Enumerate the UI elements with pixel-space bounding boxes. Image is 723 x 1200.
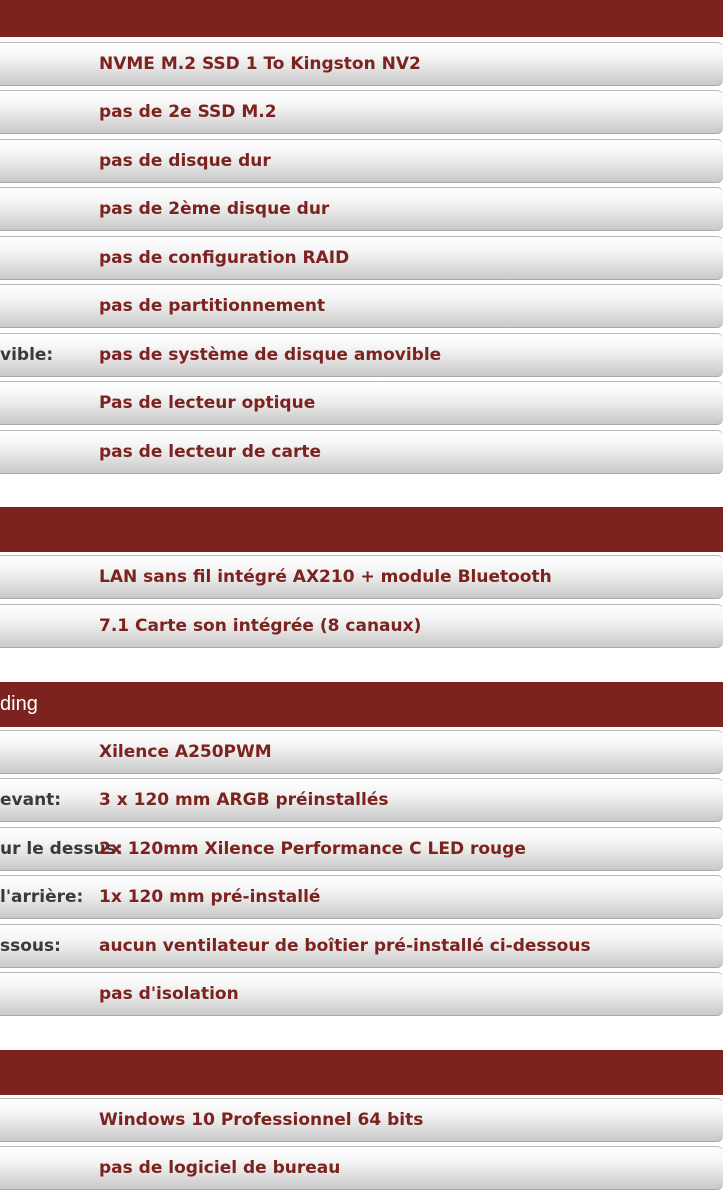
spec-row: NVME M.2 SSD 1 To Kingston NV2 xyxy=(0,42,723,86)
spec-row-value: pas d'isolation xyxy=(99,984,239,1004)
spec-row-value: NVME M.2 SSD 1 To Kingston NV2 xyxy=(99,54,421,74)
spec-row-value: Xilence A250PWM xyxy=(99,742,272,762)
spec-row: evant: 3 x 120 mm ARGB préinstallés xyxy=(0,778,723,822)
spec-row: pas d'isolation xyxy=(0,972,723,1016)
spec-row: LAN sans fil intégré AX210 + module Blue… xyxy=(0,555,723,599)
spec-row-value: LAN sans fil intégré AX210 + module Blue… xyxy=(99,567,552,587)
spec-row-label: vible: xyxy=(0,345,54,365)
spec-row-value: pas de disque dur xyxy=(99,151,271,171)
spec-row: pas de configuration RAID xyxy=(0,236,723,280)
spec-row: ssous: aucun ventilateur de boîtier pré-… xyxy=(0,924,723,968)
spec-row-value: pas de 2ème disque dur xyxy=(99,199,330,219)
spec-row-value: Pas de lecteur optique xyxy=(99,393,316,413)
spec-row-value: 7.1 Carte son intégrée (8 canaux) xyxy=(99,616,422,636)
spec-row-label: ssous: xyxy=(0,936,61,956)
section-header-software xyxy=(0,1050,723,1095)
spec-row-label: l'arrière: xyxy=(0,887,84,907)
spec-row-value: 1x 120 mm pré-installé xyxy=(99,887,321,907)
spec-row-value: pas de système de disque amovible xyxy=(99,345,442,365)
spec-row: vible: pas de système de disque amovible xyxy=(0,333,723,377)
spec-row: Windows 10 Professionnel 64 bits xyxy=(0,1098,723,1142)
section-header-network xyxy=(0,507,723,552)
spec-row: pas de partitionnement xyxy=(0,284,723,328)
spec-row: pas de 2e SSD M.2 xyxy=(0,90,723,134)
section-header-storage xyxy=(0,0,723,37)
spec-row: l'arrière: 1x 120 mm pré-installé xyxy=(0,875,723,919)
spec-row-label: evant: xyxy=(0,790,62,810)
spec-row-value: pas de partitionnement xyxy=(99,296,326,316)
spec-row: ur le dessus: 2x 120mm Xilence Performan… xyxy=(0,827,723,871)
spec-row-value: pas de logiciel de bureau xyxy=(99,1158,341,1178)
spec-row: Xilence A250PWM xyxy=(0,730,723,774)
section-header-cooling: ding xyxy=(0,682,723,727)
spec-row: pas de logiciel de bureau xyxy=(0,1146,723,1190)
spec-row: pas de lecteur de carte xyxy=(0,430,723,474)
spec-row: 7.1 Carte son intégrée (8 canaux) xyxy=(0,604,723,648)
spec-row-value: aucun ventilateur de boîtier pré-install… xyxy=(99,936,591,956)
spec-row-value: pas de configuration RAID xyxy=(99,248,350,268)
spec-row-value: Windows 10 Professionnel 64 bits xyxy=(99,1110,424,1130)
spec-page: NVME M.2 SSD 1 To Kingston NV2 pas de 2e… xyxy=(0,0,723,1200)
spec-row-value: pas de lecteur de carte xyxy=(99,442,321,462)
spec-row-value: pas de 2e SSD M.2 xyxy=(99,102,277,122)
spec-row: pas de 2ème disque dur xyxy=(0,187,723,231)
spec-row: Pas de lecteur optique xyxy=(0,381,723,425)
spec-row-value: 2x 120mm Xilence Performance C LED rouge xyxy=(99,839,526,859)
spec-row-value: 3 x 120 mm ARGB préinstallés xyxy=(99,790,389,810)
spec-row: pas de disque dur xyxy=(0,139,723,183)
